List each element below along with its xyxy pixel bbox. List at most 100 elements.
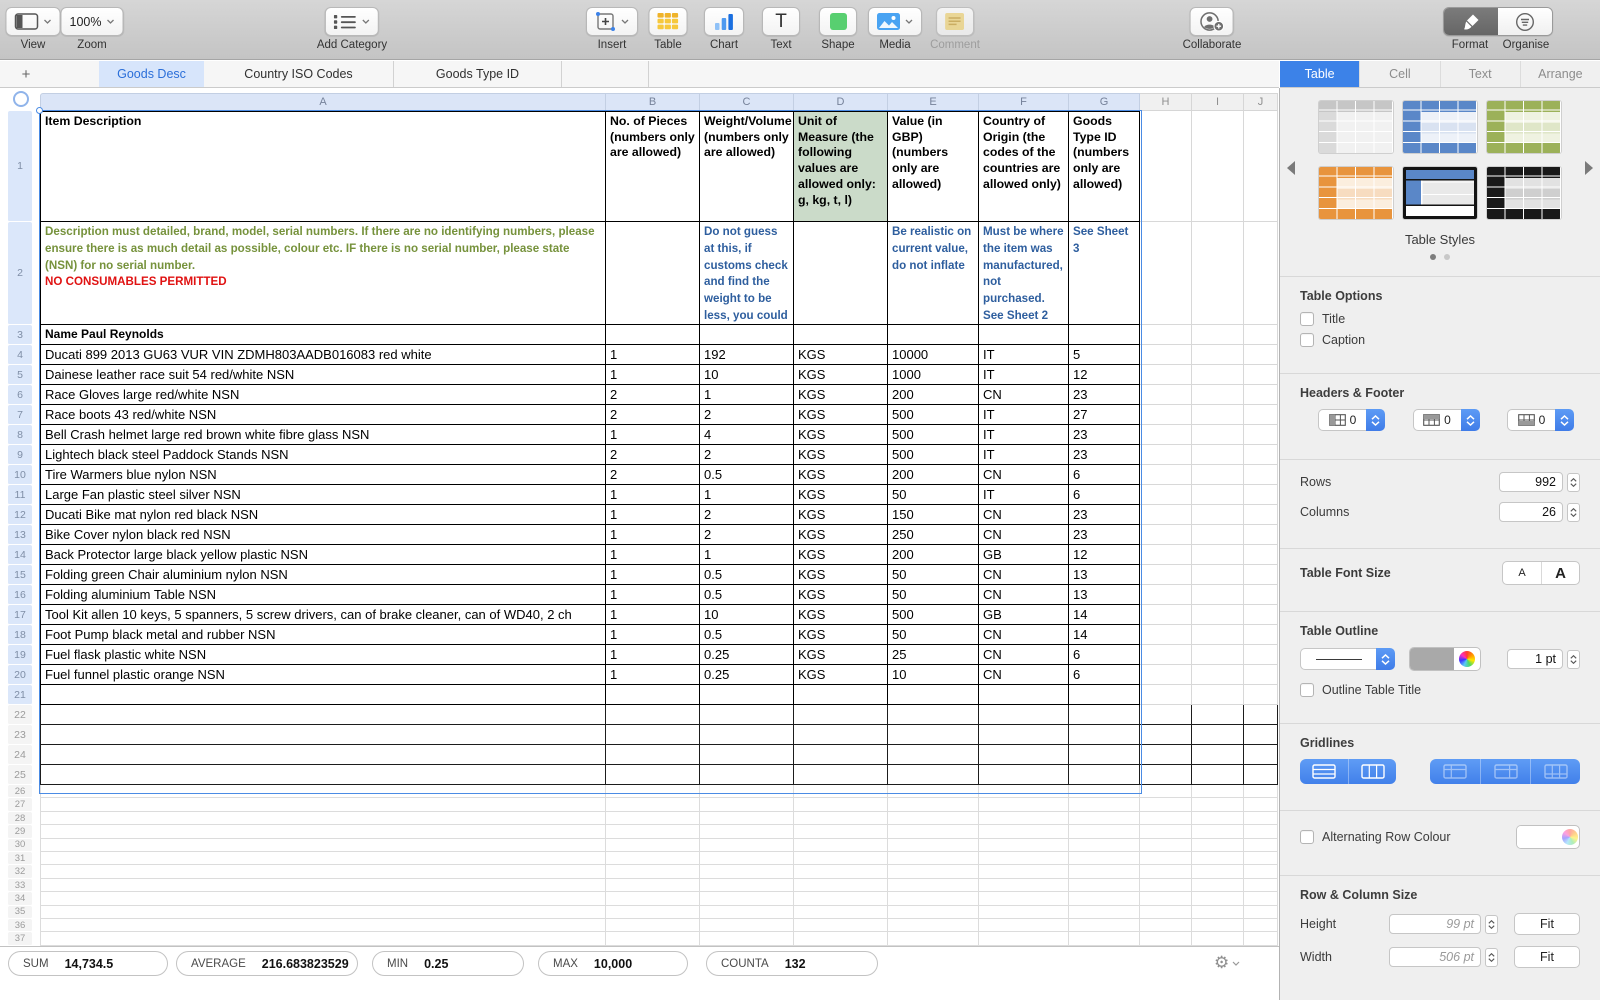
empty-cell[interactable] xyxy=(700,325,794,345)
empty-cell[interactable] xyxy=(1069,785,1140,798)
empty-cell-H[interactable] xyxy=(1140,812,1192,825)
empty-cell[interactable] xyxy=(606,765,700,785)
empty-cell-J[interactable] xyxy=(1244,585,1278,605)
empty-cell-H[interactable] xyxy=(1140,325,1192,345)
empty-cell[interactable] xyxy=(979,785,1069,798)
cell-C-row18[interactable]: 0.5 xyxy=(700,625,794,645)
title-checkbox[interactable] xyxy=(1300,312,1314,326)
stepper-buttons[interactable] xyxy=(1461,409,1480,431)
cell-B-row12[interactable]: 1 xyxy=(606,505,700,525)
cell-C-row19[interactable]: 0.25 xyxy=(700,645,794,665)
empty-cell[interactable] xyxy=(700,839,794,852)
add-sheet-button[interactable]: + xyxy=(15,61,37,87)
cell-C-row12[interactable]: 2 xyxy=(700,505,794,525)
empty-cell-I[interactable] xyxy=(1192,505,1244,525)
empty-cell[interactable] xyxy=(606,685,700,705)
row-number-30[interactable]: 30 xyxy=(8,839,32,852)
empty-cell[interactable] xyxy=(700,879,794,892)
empty-cell[interactable] xyxy=(606,798,700,811)
column-header-C[interactable]: C xyxy=(700,93,794,111)
empty-cell[interactable] xyxy=(794,765,888,785)
empty-cell[interactable] xyxy=(794,798,888,811)
media-insert-button[interactable] xyxy=(868,7,922,36)
empty-cell-J[interactable] xyxy=(1244,919,1278,932)
cell-A-row9[interactable]: Lightech black steel Paddock Stands NSN xyxy=(40,445,606,465)
cell-B-row16[interactable]: 1 xyxy=(606,585,700,605)
empty-cell[interactable] xyxy=(700,852,794,865)
cell-B-row4[interactable]: 1 xyxy=(606,345,700,365)
empty-cell-I[interactable] xyxy=(1192,906,1244,919)
empty-cell[interactable] xyxy=(979,725,1069,745)
cell-C-row10[interactable]: 0.5 xyxy=(700,465,794,485)
empty-cell[interactable] xyxy=(606,725,700,745)
cell-E-row9[interactable]: 500 xyxy=(888,445,979,465)
cell-F-row10[interactable]: CN xyxy=(979,465,1069,485)
cell-B-row18[interactable]: 1 xyxy=(606,625,700,645)
row-number-13[interactable]: 13 xyxy=(8,525,32,545)
cell-B-row20[interactable]: 1 xyxy=(606,665,700,685)
cell-B-row14[interactable]: 1 xyxy=(606,545,700,565)
row-number-2[interactable]: 2 xyxy=(8,222,32,325)
cell-F-row16[interactable]: CN xyxy=(979,585,1069,605)
inspector-tab-text[interactable]: Text xyxy=(1440,61,1520,87)
empty-cell-H[interactable] xyxy=(1140,725,1192,745)
column-header-A[interactable]: A xyxy=(40,93,606,111)
empty-cell[interactable] xyxy=(606,325,700,345)
cell-F-row6[interactable]: CN xyxy=(979,385,1069,405)
empty-cell[interactable] xyxy=(794,879,888,892)
cell-A-row8[interactable]: Bell Crash helmet large red brown white … xyxy=(40,425,606,445)
table-style-blue[interactable] xyxy=(1403,101,1477,153)
empty-cell[interactable] xyxy=(979,932,1069,945)
stepper-buttons[interactable] xyxy=(1366,409,1385,431)
comment-button[interactable] xyxy=(936,7,974,36)
empty-cell[interactable] xyxy=(888,852,979,865)
empty-cell-H[interactable] xyxy=(1140,445,1192,465)
cell-G-row8[interactable]: 23 xyxy=(1069,425,1140,445)
empty-cell-I[interactable] xyxy=(1192,785,1244,798)
table-style-green[interactable] xyxy=(1487,101,1561,153)
notes-cell-empty-d[interactable] xyxy=(794,222,888,325)
row-number-4[interactable]: 4 xyxy=(8,345,32,365)
cell-G-row13[interactable]: 23 xyxy=(1069,525,1140,545)
empty-cell[interactable] xyxy=(606,852,700,865)
cell-F-row4[interactable]: IT xyxy=(979,345,1069,365)
rows-count-field[interactable]: 992 xyxy=(1499,472,1563,492)
cell-G-row12[interactable]: 23 xyxy=(1069,505,1140,525)
empty-cell-H[interactable] xyxy=(1140,485,1192,505)
table-style-black[interactable] xyxy=(1487,167,1561,219)
row-number-33[interactable]: 33 xyxy=(8,879,32,892)
cell-G-row9[interactable]: 23 xyxy=(1069,445,1140,465)
empty-cell-J[interactable] xyxy=(1244,485,1278,505)
empty-cell[interactable] xyxy=(40,685,606,705)
empty-cell-J[interactable] xyxy=(1244,505,1278,525)
row-number-35[interactable]: 35 xyxy=(8,906,32,919)
cell-A-row15[interactable]: Folding green Chair aluminium nylon NSN xyxy=(40,565,606,585)
outline-color-well[interactable] xyxy=(1409,647,1481,671)
cell-F-row12[interactable]: CN xyxy=(979,505,1069,525)
empty-cell[interactable] xyxy=(888,865,979,878)
empty-cell-I[interactable] xyxy=(1192,879,1244,892)
outline-table-title-checkbox[interactable] xyxy=(1300,683,1314,697)
empty-cell[interactable] xyxy=(1069,852,1140,865)
cell-B-row9[interactable]: 2 xyxy=(606,445,700,465)
cell-E-row18[interactable]: 50 xyxy=(888,625,979,645)
column-header-D[interactable]: D xyxy=(794,93,888,111)
view-button[interactable] xyxy=(6,7,61,36)
cell-F-row9[interactable]: IT xyxy=(979,445,1069,465)
row-number-8[interactable]: 8 xyxy=(8,425,32,445)
empty-cell[interactable] xyxy=(40,812,606,825)
cell-G-row17[interactable]: 14 xyxy=(1069,605,1140,625)
empty-cell[interactable] xyxy=(979,812,1069,825)
cell-E-row4[interactable]: 10000 xyxy=(888,345,979,365)
cell-F-row19[interactable]: CN xyxy=(979,645,1069,665)
row-number-25[interactable]: 25 xyxy=(8,765,32,785)
cell-A-row17[interactable]: Tool Kit allen 10 keys, 5 spanners, 5 sc… xyxy=(40,605,606,625)
empty-cell-J[interactable] xyxy=(1244,525,1278,545)
add-category-button[interactable] xyxy=(325,7,379,36)
cell-F-row20[interactable]: CN xyxy=(979,665,1069,685)
empty-cell[interactable] xyxy=(794,852,888,865)
decrease-font-button[interactable]: A xyxy=(1503,562,1541,584)
empty-cell-I[interactable] xyxy=(1192,892,1244,905)
row-number-3[interactable]: 3 xyxy=(8,325,32,345)
empty-cell-I[interactable] xyxy=(1192,685,1244,705)
